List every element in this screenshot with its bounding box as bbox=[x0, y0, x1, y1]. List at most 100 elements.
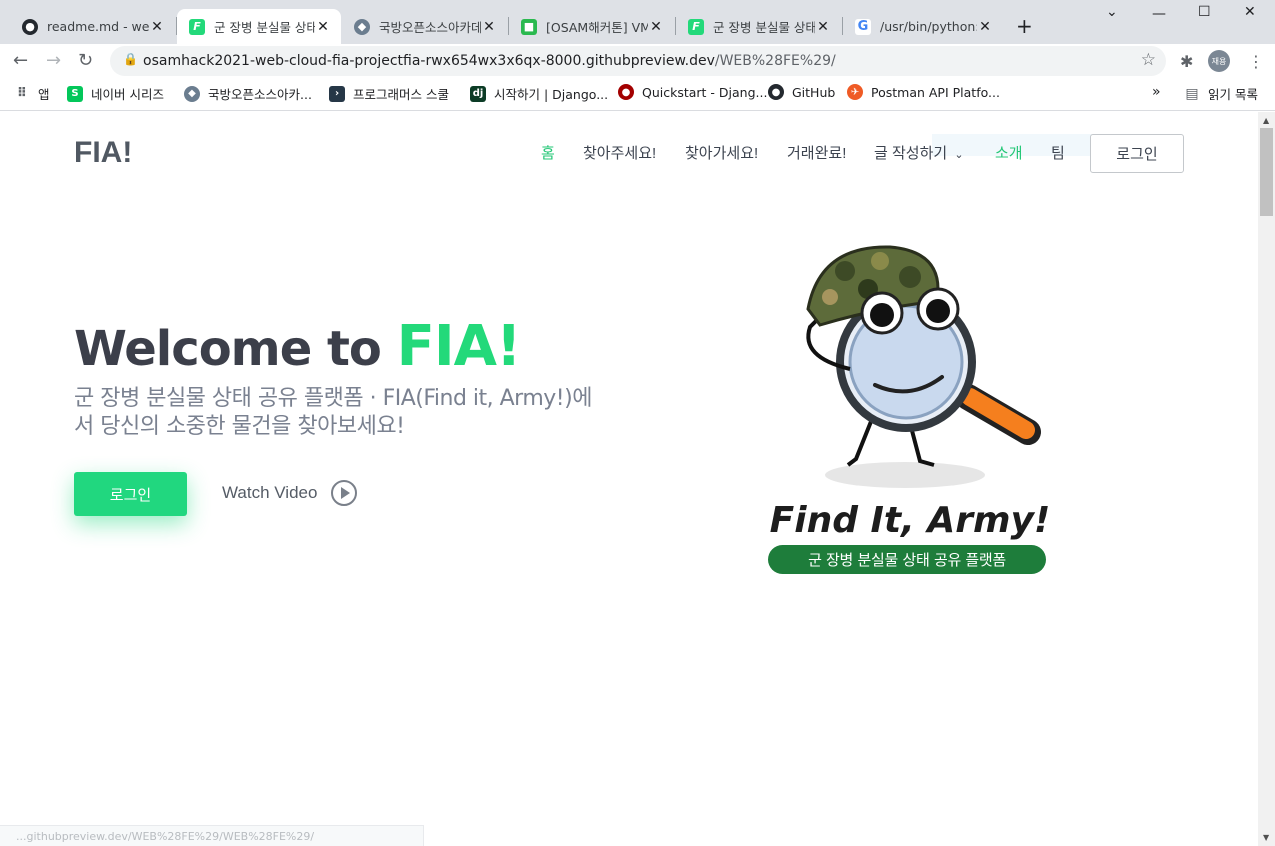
nav-about[interactable]: 소개 bbox=[995, 142, 1023, 163]
browser-tab[interactable]: ● readme.md - web_ ✕ bbox=[10, 9, 175, 44]
browser-tab[interactable]: ◆ 국방오픈소스아카데 ✕ bbox=[342, 9, 507, 44]
bookmark-label: 국방오픈소스아카... bbox=[208, 87, 312, 102]
close-tab-icon[interactable]: ✕ bbox=[815, 19, 831, 35]
play-circle-icon bbox=[331, 480, 358, 506]
bookmark-star-icon[interactable]: ☆ bbox=[1141, 50, 1156, 70]
camo-spot bbox=[871, 252, 889, 270]
close-tab-icon[interactable]: ✕ bbox=[149, 19, 165, 35]
scroll-up-arrow-icon[interactable]: ▲ bbox=[1263, 116, 1269, 125]
academy-icon: ◆ bbox=[184, 85, 200, 102]
camo-spot bbox=[835, 261, 855, 281]
google-icon: G bbox=[855, 18, 871, 35]
page-scrollbar[interactable]: ▲ ▼ bbox=[1258, 112, 1275, 846]
site-logo[interactable]: FIA! bbox=[74, 136, 132, 170]
url-path: /WEB%28FE%29/ bbox=[714, 53, 836, 69]
lock-icon: 🔒 bbox=[123, 52, 138, 66]
mascot-leg bbox=[846, 418, 874, 467]
hero-title-brand: FIA! bbox=[396, 314, 522, 379]
django-icon: dj bbox=[470, 85, 486, 102]
profile-avatar[interactable]: 재용 bbox=[1208, 50, 1230, 72]
minimize-button[interactable]: — bbox=[1152, 6, 1166, 22]
hero-subtitle: 군 장병 분실물 상태 공유 플랫폼 · FIA(Find it, Army!)… bbox=[74, 386, 592, 439]
address-bar[interactable]: 🔒 osamhack2021-web-cloud-fia-projectfia-… bbox=[110, 46, 1166, 76]
nav-find-for-me[interactable]: 찾아주세요! bbox=[583, 142, 656, 163]
page-viewport: FIA! 홈 찾아주세요! 찾아가세요! 거래완료! 글 작성하기 ⌄ 소개 팀… bbox=[0, 112, 1258, 846]
browser-toolbar: ← → ↻ 🔒 osamhack2021-web-cloud-fia-proje… bbox=[0, 44, 1275, 78]
bookmarks-overflow-button[interactable]: » bbox=[1152, 84, 1161, 100]
bookmark-github[interactable]: ● GitHub bbox=[768, 84, 835, 100]
camo-spot bbox=[822, 289, 838, 305]
tab-strip: ● readme.md - web_ ✕ F 군 장병 분실물 상태 ✕ ◆ 국… bbox=[0, 0, 1275, 44]
browser-chrome: ● readme.md - web_ ✕ F 군 장병 분실물 상태 ✕ ◆ 국… bbox=[0, 0, 1275, 112]
bookmark-label: 시작하기 | Django... bbox=[494, 87, 609, 102]
bookmark-label: GitHub bbox=[792, 84, 836, 100]
bookmark-label: 앱 bbox=[38, 87, 50, 102]
bookmark-naver-series[interactable]: S 네이버 시리즈 bbox=[67, 84, 164, 103]
tab-title: 군 장병 분실물 상태 bbox=[713, 20, 815, 35]
fia-favicon-icon: F bbox=[189, 18, 205, 35]
browser-tab[interactable]: G /usr/bin/python: n ✕ bbox=[843, 9, 1003, 44]
browser-tab[interactable]: F 군 장병 분실물 상태 ✕ bbox=[676, 9, 841, 44]
url-text: osamhack2021-web-cloud-fia-projectfia-rw… bbox=[143, 53, 836, 69]
tab-title: [OSAM해커톤] VM bbox=[546, 20, 648, 35]
bookmark-quickstart[interactable]: ● Quickstart - Djang... bbox=[618, 84, 767, 100]
scrollbar-thumb[interactable] bbox=[1260, 128, 1273, 216]
forward-arrow-icon[interactable]: → bbox=[46, 50, 61, 71]
reading-list-label: 읽기 목록 bbox=[1208, 87, 1258, 102]
bookmark-label: 네이버 시리즈 bbox=[91, 87, 164, 102]
bookmark-label: Quickstart - Djang... bbox=[642, 84, 768, 100]
close-tab-icon[interactable]: ✕ bbox=[648, 19, 664, 35]
bookmark-apps[interactable]: ⠿ 앱 bbox=[14, 84, 50, 103]
tab-title: 군 장병 분실물 상태 bbox=[214, 20, 315, 35]
hero-title: Welcome to FIA! bbox=[74, 314, 522, 379]
back-arrow-icon[interactable]: ← bbox=[13, 50, 28, 71]
close-window-button[interactable]: ✕ bbox=[1244, 4, 1256, 20]
close-tab-icon[interactable]: ✕ bbox=[481, 19, 497, 35]
bookmark-programmers[interactable]: › 프로그래머스 스쿨 bbox=[329, 84, 449, 103]
extensions-puzzle-icon[interactable]: ✱ bbox=[1180, 52, 1193, 71]
status-bar-url: ...githubpreview.dev/WEB%28FE%29/WEB%28F… bbox=[0, 825, 424, 846]
nav-write-post-label: 글 작성하기 bbox=[874, 145, 948, 162]
fia-favicon-icon: F bbox=[688, 18, 704, 35]
browser-tab[interactable]: ■ [OSAM해커톤] VM ✕ bbox=[509, 9, 674, 44]
bookmark-postman[interactable]: ✈ Postman API Platfo... bbox=[847, 84, 1000, 100]
hackathon-icon: ■ bbox=[521, 18, 537, 35]
browser-tab-active[interactable]: F 군 장병 분실물 상태 ✕ bbox=[177, 9, 341, 44]
mascot-pupil bbox=[870, 303, 894, 327]
new-tab-button[interactable]: + bbox=[1016, 14, 1033, 38]
url-host: osamhack2021-web-cloud-fia-projectfia-rw… bbox=[143, 53, 715, 69]
watch-video-label: Watch Video bbox=[222, 483, 318, 502]
apps-grid-icon: ⠿ bbox=[16, 86, 28, 101]
reload-icon[interactable]: ↻ bbox=[78, 50, 93, 71]
nav-team[interactable]: 팀 bbox=[1051, 142, 1065, 163]
postman-icon: ✈ bbox=[847, 84, 863, 100]
header-login-button[interactable]: 로그인 bbox=[1090, 134, 1184, 173]
close-tab-icon[interactable]: ✕ bbox=[977, 19, 993, 35]
reading-list[interactable]: ▤ 읽기 목록 bbox=[1184, 84, 1258, 103]
watch-video-link[interactable]: Watch Video bbox=[222, 480, 358, 506]
tab-title: readme.md - web_ bbox=[47, 19, 149, 34]
maximize-button[interactable]: ☐ bbox=[1198, 4, 1211, 20]
hero-title-prefix: Welcome to bbox=[74, 321, 397, 377]
tab-search-icon[interactable]: ⌄ bbox=[1106, 4, 1118, 20]
nav-completed[interactable]: 거래완료! bbox=[787, 142, 846, 163]
bookmark-academy[interactable]: ◆ 국방오픈소스아카... bbox=[184, 84, 312, 103]
drf-icon: ● bbox=[618, 84, 634, 100]
bookmark-django[interactable]: dj 시작하기 | Django... bbox=[470, 84, 608, 103]
naver-series-icon: S bbox=[67, 85, 83, 102]
nav-home[interactable]: 홈 bbox=[541, 142, 555, 163]
bookmark-label: 프로그래머스 스쿨 bbox=[353, 87, 449, 102]
nav-come-get-it[interactable]: 찾아가세요! bbox=[685, 142, 758, 163]
tab-title: /usr/bin/python: n bbox=[880, 19, 977, 34]
scroll-down-arrow-icon[interactable]: ▼ bbox=[1263, 833, 1269, 842]
menu-kebab-icon[interactable]: ⋮ bbox=[1248, 52, 1264, 71]
chevron-down-icon: ⌄ bbox=[954, 149, 964, 161]
nav-write-post[interactable]: 글 작성하기 ⌄ bbox=[874, 142, 964, 163]
close-tab-icon[interactable]: ✕ bbox=[315, 19, 331, 35]
mascot-pupil bbox=[926, 299, 950, 323]
art-title: Find It, Army! bbox=[770, 500, 1051, 541]
programmers-icon: › bbox=[329, 85, 345, 102]
academy-icon: ◆ bbox=[354, 18, 370, 35]
art-tagline: 군 장병 분실물 상태 공유 플랫폼 bbox=[768, 545, 1046, 574]
hero-login-button[interactable]: 로그인 bbox=[74, 472, 187, 516]
